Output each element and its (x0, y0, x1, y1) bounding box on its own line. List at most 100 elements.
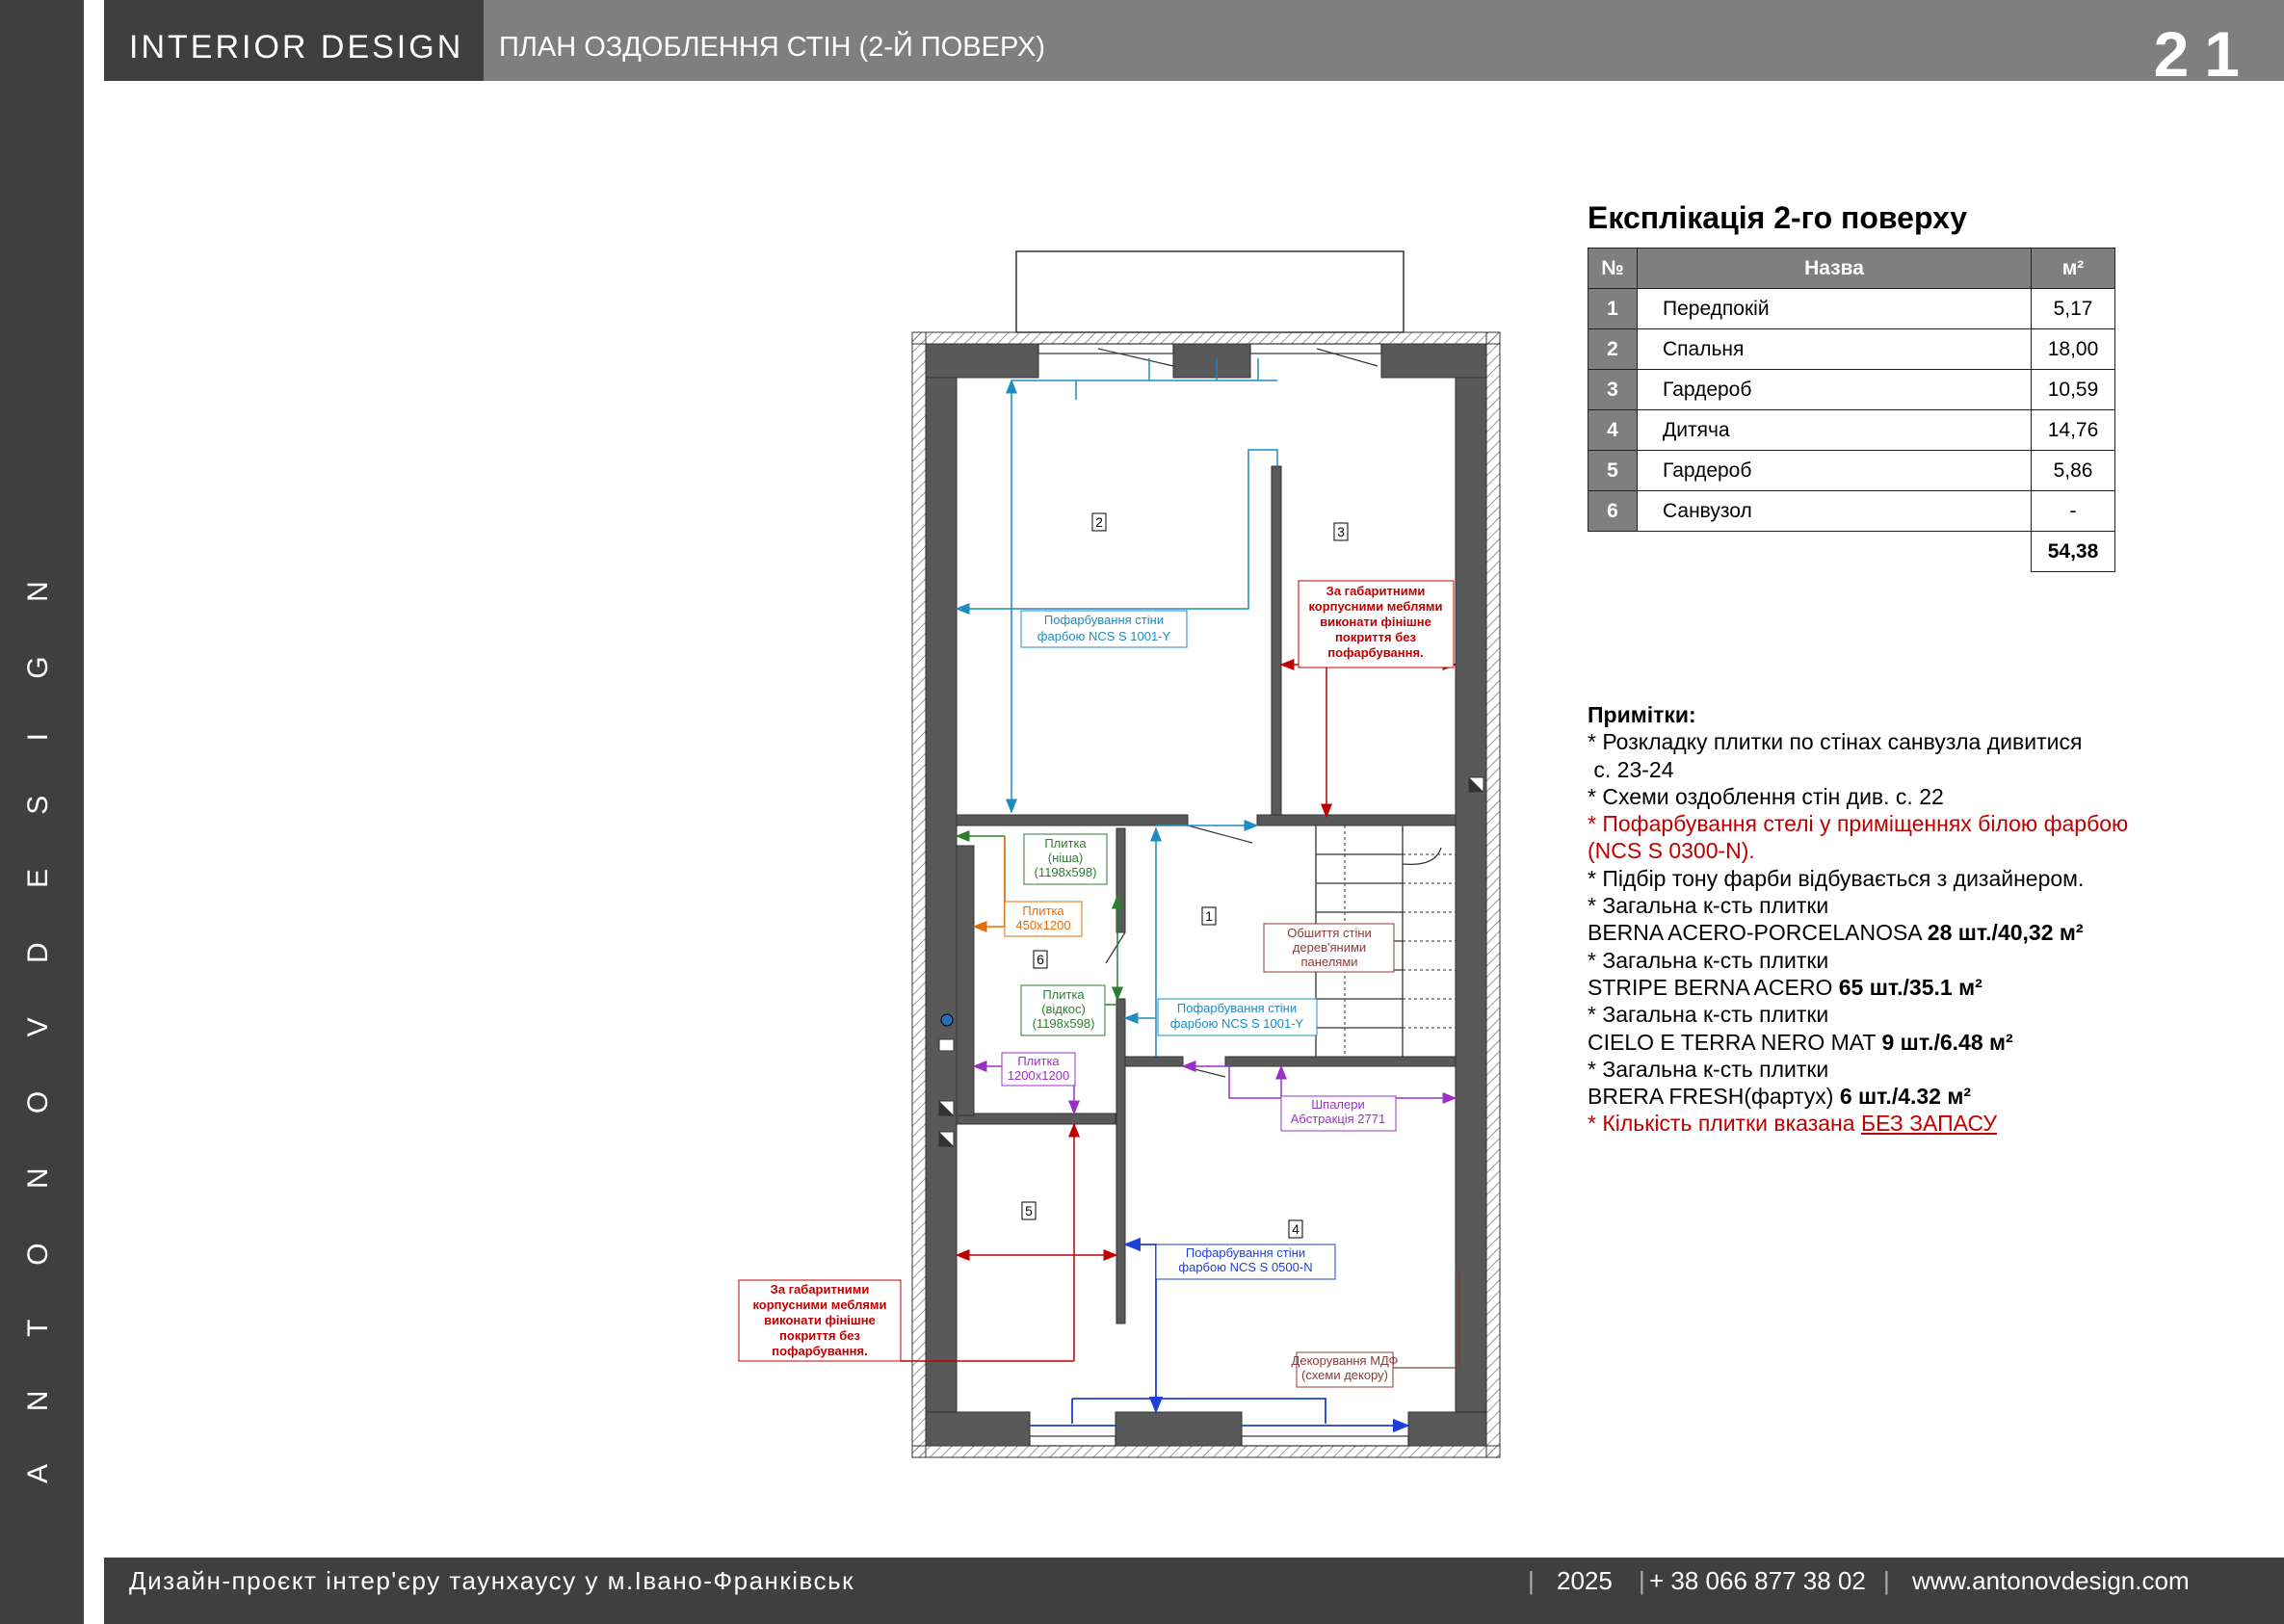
room-number: 2 (1588, 328, 1638, 370)
room-area: 18,00 (2031, 328, 2115, 370)
note-line: * Пофарбування стелі у приміщеннях білою… (1588, 811, 2129, 837)
note-line: * Підбір тону фарби відбувається з дизай… (1588, 865, 2085, 891)
red-note-line: корпусними меблями (752, 1297, 886, 1312)
red-note-left: За габаритними корпусними меблями викона… (738, 1279, 902, 1362)
note-line: с. 23-24 (1588, 756, 1674, 782)
red-note-line: корпусними меблями (1308, 599, 1442, 614)
table-row: 3 Гардероб 10,59 (1588, 369, 2115, 410)
tile-niche-line: (ніша) (1048, 851, 1083, 865)
footer: Дизайн-проєкт інтер'єру таунхаусу у м.Ів… (104, 1558, 2284, 1624)
sheet-title: ПЛАН ОЗДОБЛЕННЯ СТІН (2-Й ПОВЕРХ) (499, 32, 1046, 63)
sidebar-brand-text: A N T O N O V D E S I G N (22, 558, 54, 1483)
windows (1029, 343, 1409, 1447)
tile-slope-line: Плитка (1042, 987, 1085, 1002)
paint-label-1b: фарбою NCS S 1001-Y (1037, 629, 1171, 643)
notes: Примітки: * Розкладку плитки по стінах с… (1588, 701, 2262, 1138)
wood-line: Обшиття стіни (1287, 926, 1372, 940)
mdf-annotation (1392, 1270, 1460, 1369)
paint-label-3b: фарбою NCS S 0500-N (1178, 1260, 1312, 1274)
tile-niche-line: (1198x598) (1035, 865, 1097, 879)
col-name: Назва (1637, 248, 2032, 289)
tile-450-annotation (972, 836, 1006, 932)
red-annotation-wardrobe (1279, 659, 1457, 819)
note-line: * Кількість плитки вказана БЕЗ ЗАПАСУ (1588, 1111, 1997, 1137)
balcony (1015, 250, 1405, 333)
red-note-line: пофарбування. (1327, 645, 1423, 660)
tile-name: BERNA ACERO-PORCELANOSA (1588, 920, 1928, 946)
room-3-label: 3 (1337, 524, 1345, 539)
tile-name: STRIPE BERNA ACERO (1588, 974, 1839, 1000)
wood-line: дерев'яними (1293, 940, 1366, 955)
paint-label-1: Пофарбування стіни (1044, 613, 1164, 627)
tile-total-line: STRIPE BERNA ACERO 65 шт./35.1 м² (1588, 974, 2262, 1001)
room-name: Гардероб (1637, 450, 2032, 491)
room-number: 6 (1588, 490, 1638, 532)
divider: | (1639, 1566, 1645, 1595)
explication-title: Експлікація 2-го поверху (1588, 200, 1968, 235)
room-area: 14,76 (2031, 409, 2115, 451)
notes-heading: Примітки: (1588, 702, 1696, 727)
room-number: 1 (1588, 288, 1638, 329)
tile-total-line: CIELO E TERRA NERO MAT 9 шт./6.48 м² (1588, 1029, 2262, 1056)
room-area: 5,86 (2031, 450, 2115, 491)
note-line: * Загальна к-сть плитки (1588, 1002, 1829, 1028)
room-area: - (2031, 490, 2115, 532)
room-number: 5 (1588, 450, 1638, 491)
col-number: № (1588, 248, 1638, 289)
note-line: (NCS S 0300-N). (1588, 838, 1755, 864)
explication-table: № Назва м² 1 Передпокій 5,17 2 Спальня 1… (1588, 248, 2115, 572)
room-5-label: 5 (1025, 1203, 1033, 1218)
table-row: 4 Дитяча 14,76 (1588, 409, 2115, 451)
room-area: 5,17 (2031, 288, 2115, 329)
room-name: Гардероб (1637, 369, 2032, 410)
brand-label: INTERIOR DESIGN (104, 0, 484, 81)
page-number: 21 (2153, 18, 2255, 90)
red-note-line: пофарбування. (772, 1344, 867, 1358)
tile-1200-line: 1200x1200 (1008, 1068, 1069, 1083)
room-4-label: 4 (1292, 1221, 1300, 1237)
website-link[interactable]: www.antonovdesign.com (1912, 1558, 2190, 1604)
table-row: 1 Передпокій 5,17 (1588, 288, 2115, 329)
divider: | (1528, 1566, 1535, 1595)
no-reserve-text: БЕЗ ЗАПАСУ (1860, 1111, 1997, 1137)
mdf-line: Декорування МДФ (1292, 1353, 1399, 1368)
room-1-label: 1 (1205, 908, 1213, 924)
floor-plan: 1 2 3 4 5 6 Пофарбування стіни фарбою NC… (901, 250, 1501, 1458)
project-title: Дизайн-проєкт інтер'єру таунхаусу у м.Ів… (129, 1566, 855, 1595)
red-note-line: За габаритними (1326, 584, 1426, 598)
note-line: * Розкладку плитки по стінах санвузла ди… (1588, 729, 2083, 755)
room-6-label: 6 (1037, 952, 1044, 967)
tile-1200-line: Плитка (1017, 1054, 1060, 1068)
outer-wall-left (911, 331, 927, 1458)
tile-total-line: BRERA FRESH(фартух) 6 шт./4.32 м² (1588, 1083, 2262, 1110)
header: INTERIOR DESIGN ПЛАН ОЗДОБЛЕННЯ СТІН (2-… (104, 0, 2284, 90)
paint-annotation-bedroom (955, 358, 1278, 814)
tile-450-line: 450x1200 (1015, 918, 1070, 932)
room-2-label: 2 (1095, 514, 1103, 530)
tile-qty: 28 шт./40,32 м² (1927, 920, 2084, 946)
wallpaper-line: Шпалери (1311, 1097, 1365, 1112)
table-header-row: № Назва м² (1588, 248, 2115, 289)
note-line: * Загальна к-сть плитки (1588, 1056, 1829, 1082)
tile-qty: 65 шт./35.1 м² (1838, 974, 1982, 1000)
table-row: 2 Спальня 18,00 (1588, 328, 2115, 370)
tile-450-line: Плитка (1022, 904, 1064, 918)
tile-total-line: BERNA ACERO-PORCELANOSA 28 шт./40,32 м² (1588, 919, 2262, 946)
tile-name: CIELO E TERRA NERO MAT (1588, 1029, 1882, 1055)
outer-wall-top (911, 331, 1501, 345)
paint-label-2b: фарбою NCS S 1001-Y (1170, 1016, 1304, 1031)
room-name: Передпокій (1637, 288, 2032, 329)
paint-label-3: Пофарбування стіни (1186, 1245, 1305, 1260)
tile-niche-line: Плитка (1044, 836, 1087, 851)
total-area: 54,38 (2031, 531, 2115, 572)
sidebar: A N T O N O V D E S I G N (0, 0, 84, 1624)
red-note-line: покриття без (779, 1328, 860, 1343)
room-name: Санвузол (1637, 490, 2032, 532)
phone: + 38 066 877 38 02 (1649, 1566, 1866, 1595)
outer-wall-bottom (911, 1445, 1501, 1458)
total-row: 54,38 (1588, 531, 2115, 572)
note-line: * Загальна к-сть плитки (1588, 947, 1829, 973)
paint-label-2: Пофарбування стіни (1177, 1001, 1297, 1015)
col-area: м² (2031, 248, 2115, 289)
tile-qty: 6 шт./4.32 м² (1839, 1084, 1972, 1110)
